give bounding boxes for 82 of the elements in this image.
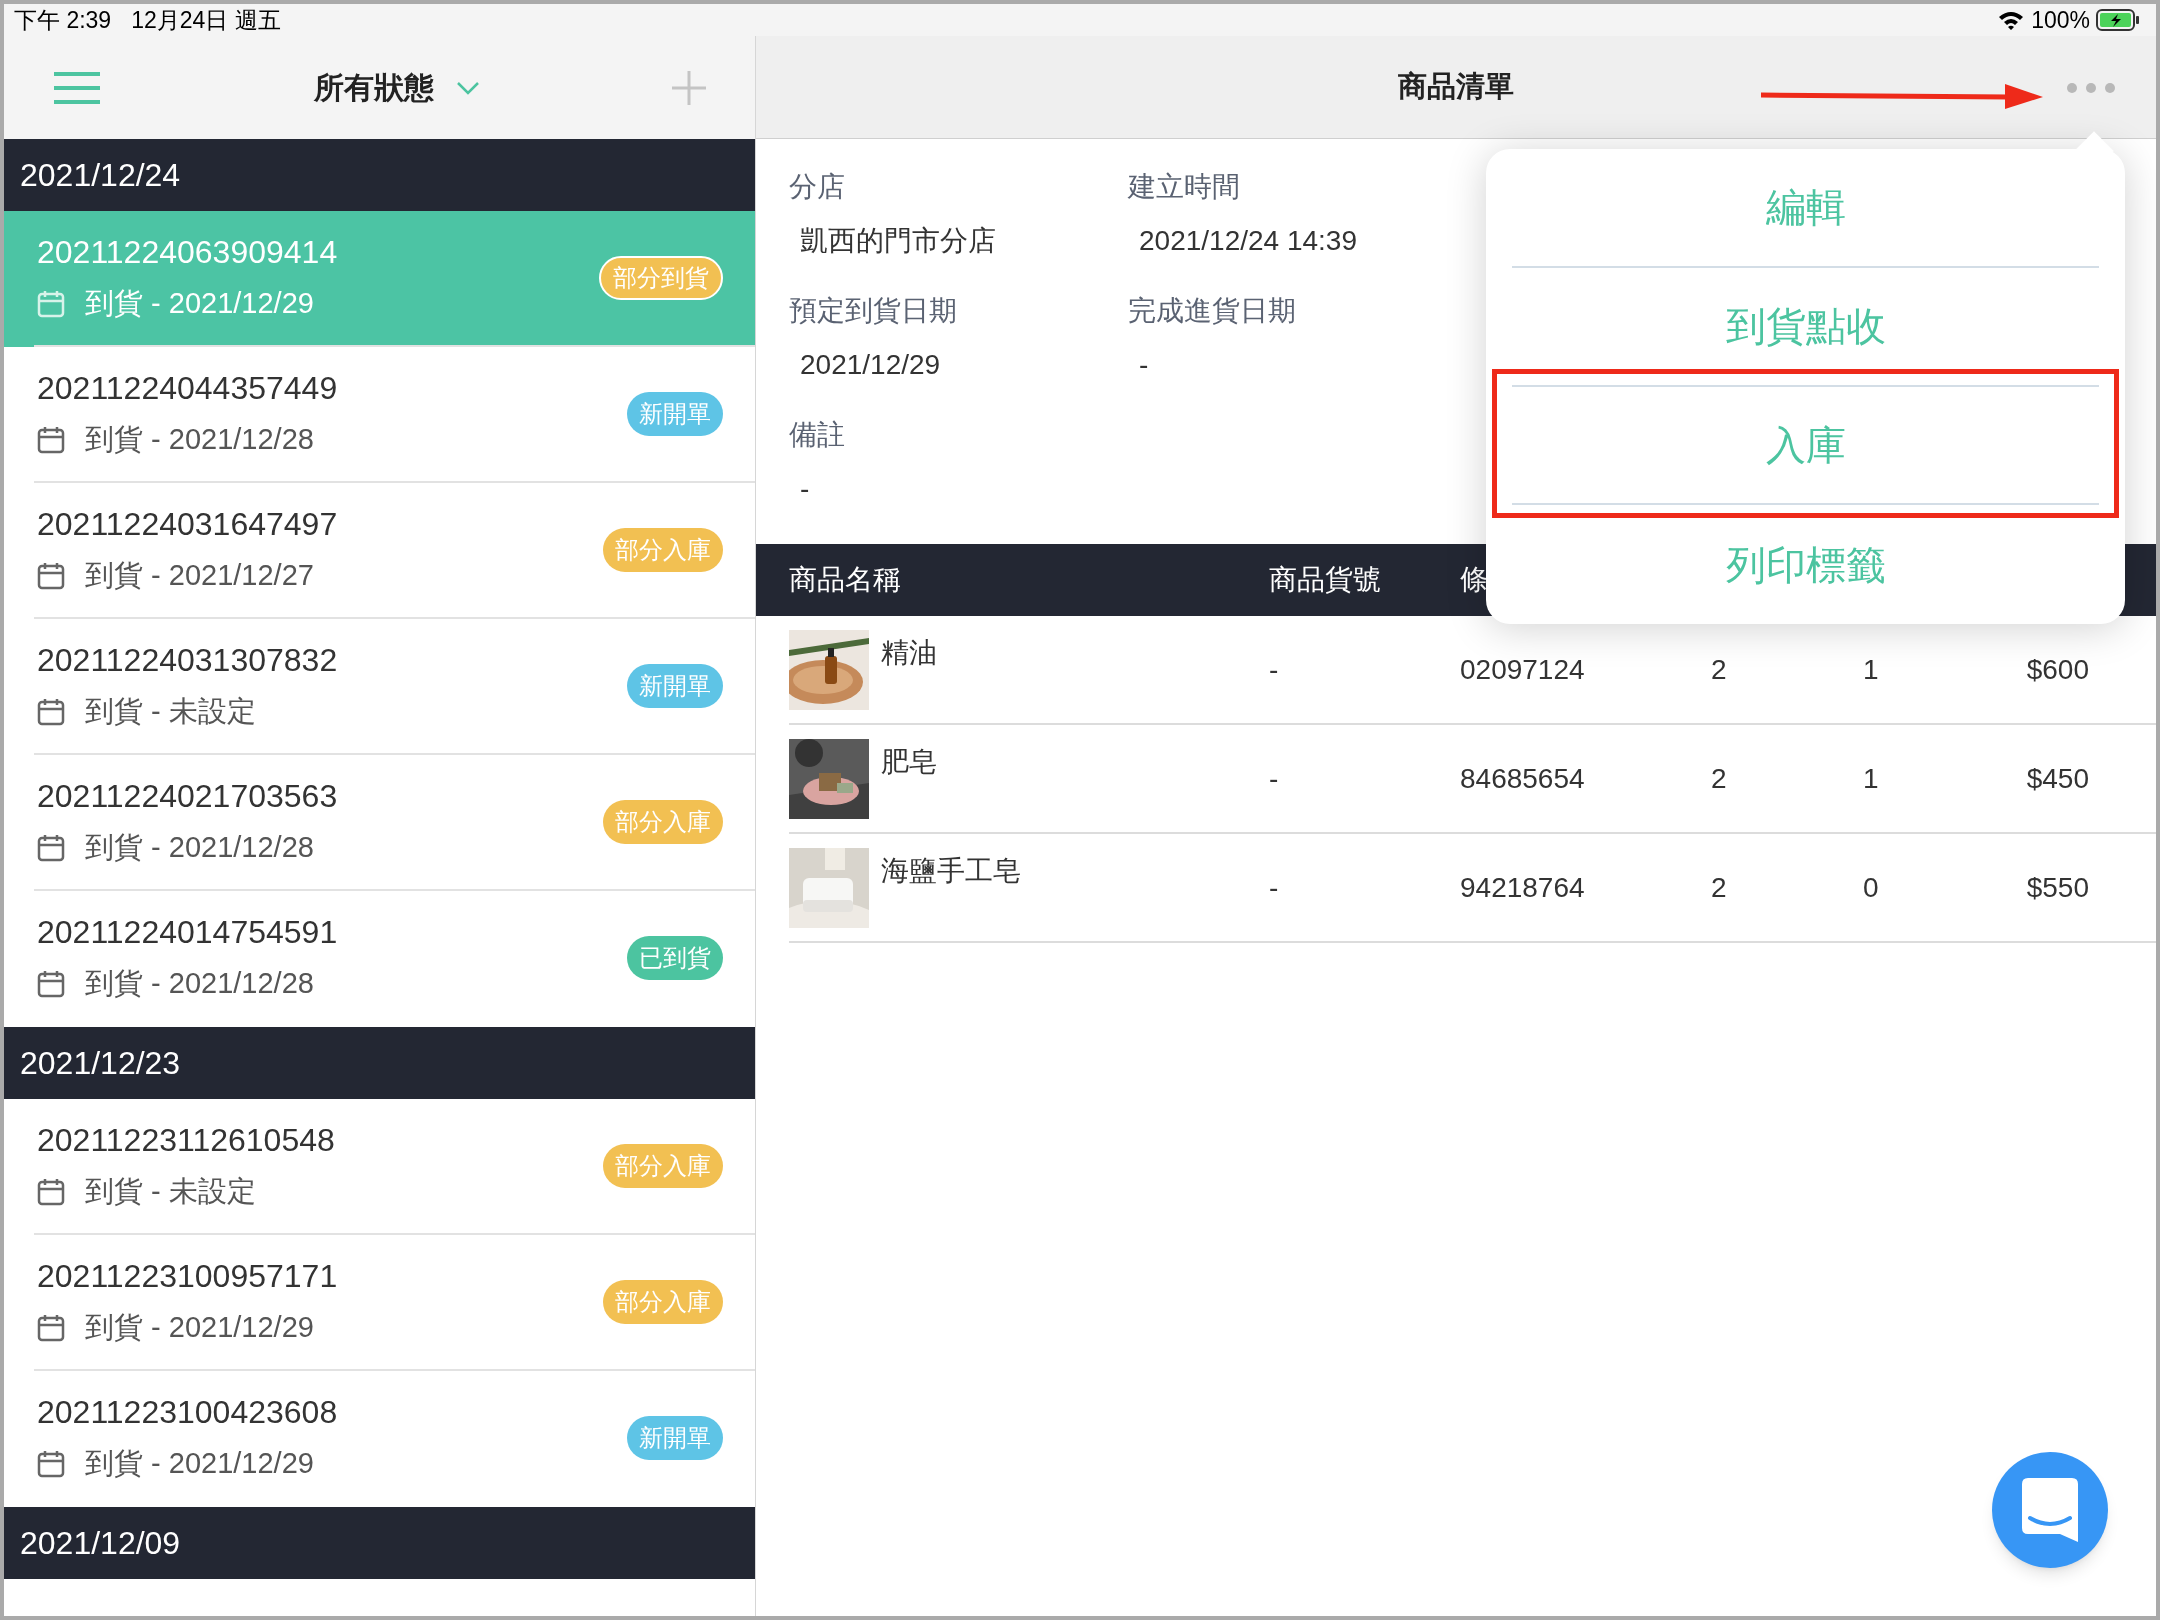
field-value: 2021/12/24 14:39	[1138, 224, 1357, 258]
table-cell: 02097124	[1460, 653, 1585, 685]
field-label: 建立時間	[1128, 170, 1240, 204]
field-label: 完成進貨日期	[1128, 294, 1296, 328]
date-header: 2021/12/24	[4, 139, 755, 211]
order-number: 20211224014754591	[37, 913, 338, 953]
status-badge: 新開單	[627, 392, 723, 436]
field-label: 分店	[789, 170, 845, 204]
order-number: 20211224021703563	[37, 777, 338, 817]
product-name: 精油	[881, 636, 937, 670]
field-value: -	[799, 472, 810, 506]
calendar-icon	[37, 426, 65, 454]
arrival-date: 到貨 - 2021/12/29	[85, 1446, 314, 1482]
order-number: 20211224031307832	[37, 641, 338, 681]
order-number: 20211223100423608	[37, 1393, 338, 1433]
table-cell: 1	[1863, 762, 1879, 794]
add-icon[interactable]	[671, 69, 707, 106]
status-badge: 部分入庫	[603, 528, 723, 572]
calendar-icon	[37, 834, 65, 862]
battery-percentage: 100%	[2031, 5, 2090, 35]
table-cell: 94218764	[1460, 871, 1585, 903]
calendar-icon	[37, 698, 65, 726]
column-header: 條	[1460, 564, 1488, 595]
date-header: 2021/12/23	[4, 1027, 755, 1099]
field-label: 備註	[789, 418, 845, 452]
table-cell: -	[1269, 871, 1279, 903]
arrival-date: 到貨 - 2021/12/28	[85, 422, 314, 458]
page-title: 商品清單	[1398, 69, 1514, 105]
table-cell: 2	[1711, 871, 1727, 903]
column-header: 商品貨號	[1269, 564, 1381, 595]
status-date: 12月24日 週五	[131, 5, 281, 35]
table-cell: $600	[2026, 653, 2089, 685]
table-cell: -	[1269, 762, 1279, 794]
status-badge: 新開單	[627, 1416, 723, 1460]
arrival-date: 到貨 - 未設定	[85, 1174, 256, 1210]
field-value: -	[1138, 348, 1149, 382]
product-name: 海鹽手工皂	[881, 854, 1021, 888]
status-badge: 部分入庫	[603, 1144, 723, 1188]
table-cell: $450	[2026, 762, 2089, 794]
wifi-icon	[1997, 9, 2026, 31]
order-number: 20211224044357449	[37, 369, 338, 409]
table-cell: 84685654	[1460, 762, 1585, 794]
column-header: 商品名稱	[789, 564, 901, 595]
arrival-date: 到貨 - 2021/12/27	[85, 558, 314, 594]
arrival-date: 到貨 - 2021/12/29	[85, 286, 314, 322]
field-value: 凱西的門市分店	[799, 224, 996, 258]
calendar-icon	[37, 290, 65, 318]
date-header: 2021/12/09	[4, 1507, 755, 1579]
table-cell: 0	[1863, 871, 1879, 903]
status-badge: 新開單	[627, 664, 723, 708]
order-number: 20211224031647497	[37, 505, 338, 545]
order-number: 20211223112610548	[37, 1121, 335, 1161]
status-time: 下午 2:39	[14, 5, 112, 35]
calendar-icon	[37, 970, 65, 998]
field-label: 預定到貨日期	[789, 294, 957, 328]
order-number: 20211224063909414	[37, 233, 338, 273]
table-cell: -	[1269, 653, 1279, 685]
status-badge: 部分入庫	[603, 800, 723, 844]
arrival-date: 到貨 - 未設定	[85, 694, 256, 730]
menu-icon[interactable]	[52, 70, 102, 105]
arrival-date: 到貨 - 2021/12/28	[85, 830, 314, 866]
order-number: 20211223100957171	[37, 1257, 338, 1297]
calendar-icon	[37, 1314, 65, 1342]
table-cell: 2	[1711, 762, 1727, 794]
arrival-date: 到貨 - 2021/12/28	[85, 966, 314, 1002]
field-value: 2021/12/29	[799, 348, 941, 382]
chat-bubble-icon	[2022, 1478, 2078, 1542]
chevron-down-icon	[455, 80, 480, 95]
table-cell: 1	[1863, 653, 1879, 685]
arrival-date: 到貨 - 2021/12/29	[85, 1310, 314, 1346]
calendar-icon	[37, 562, 65, 590]
table-cell: 2	[1711, 653, 1727, 685]
status-filter-dropdown[interactable]: 所有狀態	[313, 65, 480, 110]
product-name: 肥皂	[881, 745, 937, 779]
status-badge: 部分入庫	[603, 1280, 723, 1324]
table-cell: $550	[2026, 871, 2089, 903]
status-badge: 部分到貨	[599, 256, 723, 300]
calendar-icon	[37, 1178, 65, 1206]
calendar-icon	[37, 1450, 65, 1478]
more-icon[interactable]	[2066, 82, 2116, 94]
battery-icon	[2096, 9, 2140, 31]
status-badge: 已到貨	[627, 936, 723, 980]
